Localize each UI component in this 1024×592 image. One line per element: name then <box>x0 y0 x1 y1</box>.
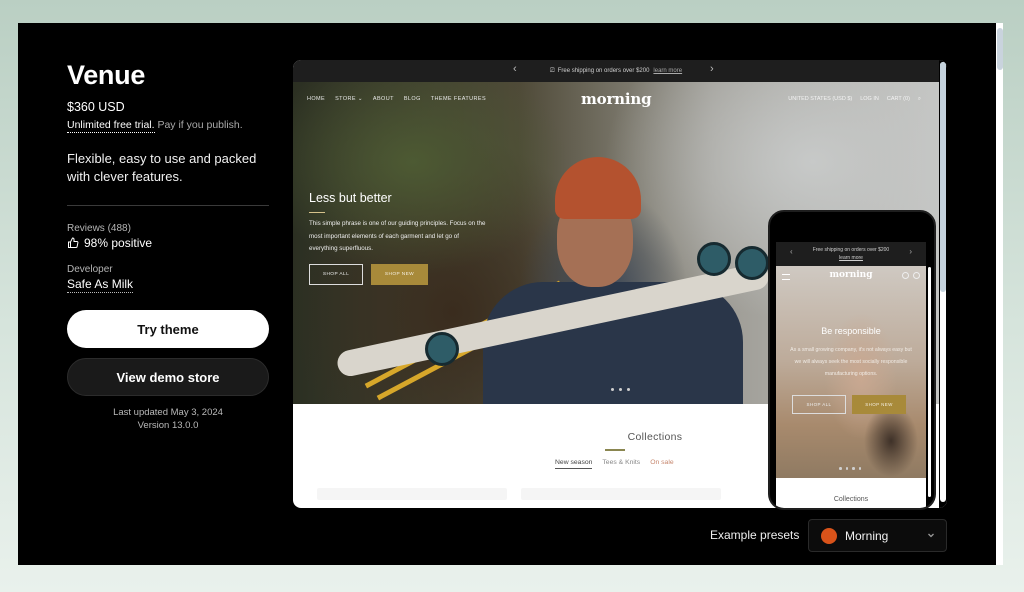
slider-dot[interactable] <box>839 467 842 470</box>
theme-tagline: Flexible, easy to use and packed with cl… <box>67 151 257 184</box>
store-right-nav: UNITED STATES (USD $) LOG IN CART (0) ⌕ <box>788 96 921 103</box>
mobile-shop-new-button[interactable]: SHOP NEW <box>852 395 906 414</box>
hero-image-wheel <box>425 332 459 366</box>
slider-dot[interactable] <box>852 467 855 470</box>
free-trial-link[interactable]: Unlimited free trial. <box>67 119 155 133</box>
scrollbar-thumb[interactable] <box>940 62 946 292</box>
slider-dot[interactable] <box>858 467 861 470</box>
try-theme-button[interactable]: Try theme <box>67 310 269 348</box>
trial-info: Unlimited free trial. Pay if you publish… <box>67 118 269 133</box>
thumbs-up-icon <box>68 237 79 248</box>
hero-image-beanie <box>555 157 641 219</box>
mobile-slider-dots <box>839 467 861 470</box>
theme-detail-page: Venue $360 USD Unlimited free trial. Pay… <box>18 23 996 565</box>
mobile-hero-heading: Be responsible <box>821 326 881 336</box>
tab-tees-knits[interactable]: Tees & Knits <box>602 459 640 469</box>
slider-dots <box>611 388 630 391</box>
mobile-collections-heading: Collections <box>833 496 869 503</box>
hero-heading: Less but better <box>309 191 392 205</box>
chevron-down-icon <box>928 533 934 538</box>
mobile-header-icons <box>902 272 920 279</box>
product-card[interactable] <box>317 488 507 500</box>
mobile-announcement-text: Free shipping on orders over $200 <box>812 247 890 253</box>
collections-heading: Collections <box>627 431 683 443</box>
chevron-right-icon[interactable]: › <box>710 63 714 75</box>
tab-new-season[interactable]: New season <box>555 459 593 469</box>
reviews-value: 98% positive <box>84 236 153 250</box>
product-card[interactable] <box>521 488 721 500</box>
search-icon[interactable]: ⌕ <box>918 96 921 103</box>
nav-about[interactable]: ABOUT <box>373 96 394 102</box>
collections-divider <box>605 449 625 451</box>
chevron-left-icon[interactable]: ‹ <box>513 63 517 75</box>
hero-copy: Less but better This simple phrase is on… <box>309 190 489 285</box>
mobile-preview[interactable]: ‹ Free shipping on orders over $200 lear… <box>768 210 936 510</box>
trial-note: Pay if you publish. <box>157 119 243 131</box>
store-logo[interactable]: morning <box>581 90 652 108</box>
cart-icon[interactable] <box>902 272 909 279</box>
reviews-label[interactable]: Reviews (488) <box>67 223 269 234</box>
nav-home[interactable]: HOME <box>307 96 325 102</box>
search-icon[interactable] <box>913 272 920 279</box>
hero-image-wheel <box>735 246 769 280</box>
mobile-scrollbar[interactable] <box>928 267 931 497</box>
store-nav: HOME STORE ⌄ ABOUT BLOG THEME FEATURES <box>307 96 486 102</box>
slider-dot[interactable] <box>845 467 848 470</box>
tab-on-sale[interactable]: On sale <box>650 459 673 469</box>
developer-label: Developer <box>67 264 113 275</box>
hero-divider <box>309 212 325 213</box>
hero-image-wheel <box>697 242 731 276</box>
hero-text: This simple phrase is one of our guiding… <box>309 220 486 252</box>
chevron-right-icon[interactable]: › <box>909 248 912 256</box>
mobile-announcement-bar: ‹ Free shipping on orders over $200 lear… <box>776 242 926 266</box>
announcement-bar: ‹ ⎚ Free shipping on orders over $200 le… <box>293 60 939 82</box>
preset-color-swatch <box>821 527 837 544</box>
theme-title: Venue <box>67 60 146 90</box>
mobile-hero: morning Be responsible As a small growin… <box>776 266 926 478</box>
theme-meta: Last updated May 3, 2024 Version 13.0.0 <box>67 406 269 432</box>
slider-dot[interactable] <box>619 388 622 391</box>
mobile-screen: ‹ Free shipping on orders over $200 lear… <box>776 242 926 508</box>
mobile-hero-text: As a small growing company, it's not alw… <box>790 347 912 377</box>
announcement-link[interactable]: learn more <box>653 68 682 74</box>
slider-dot[interactable] <box>611 388 614 391</box>
presets-label: Example presets <box>710 528 800 542</box>
announcement-text: Free shipping on orders over $200 <box>557 68 650 74</box>
developer-link[interactable]: Safe As Milk <box>67 277 134 293</box>
version: Version 13.0.0 <box>137 420 199 431</box>
view-demo-store-button[interactable]: View demo store <box>67 358 269 396</box>
page-scrollbar[interactable] <box>996 23 1003 565</box>
nav-store[interactable]: STORE ⌄ <box>335 96 363 102</box>
cart-link[interactable]: CART (0) <box>887 96 910 103</box>
login-link[interactable]: LOG IN <box>860 96 879 103</box>
shop-new-button[interactable]: SHOP NEW <box>371 263 428 285</box>
currency-selector[interactable]: UNITED STATES (USD $) <box>788 96 852 103</box>
reviews-rating: 98% positive <box>67 236 269 250</box>
preset-selected: Morning <box>845 528 889 543</box>
mobile-shop-all-button[interactable]: SHOP ALL <box>792 395 846 414</box>
theme-price: $360 USD <box>67 100 125 114</box>
slider-dot[interactable] <box>627 388 630 391</box>
shop-all-button[interactable]: SHOP ALL <box>309 263 363 285</box>
divider <box>67 205 269 206</box>
last-updated: Last updated May 3, 2024 <box>113 407 223 418</box>
preset-select[interactable]: Morning <box>808 519 947 552</box>
nav-blog[interactable]: BLOG <box>404 96 421 102</box>
tag-icon: ⎚ <box>549 67 555 74</box>
page-scrollbar-thumb[interactable] <box>997 28 1003 70</box>
collection-tabs: New season Tees & Knits On sale <box>555 459 674 469</box>
mobile-announcement-link[interactable]: learn more <box>839 255 863 261</box>
nav-theme-features[interactable]: THEME FEATURES <box>431 96 486 102</box>
theme-info-panel: Venue $360 USD Unlimited free trial. Pay… <box>67 57 269 432</box>
preview-scrollbar[interactable] <box>939 60 947 508</box>
chevron-left-icon[interactable]: ‹ <box>790 248 793 256</box>
